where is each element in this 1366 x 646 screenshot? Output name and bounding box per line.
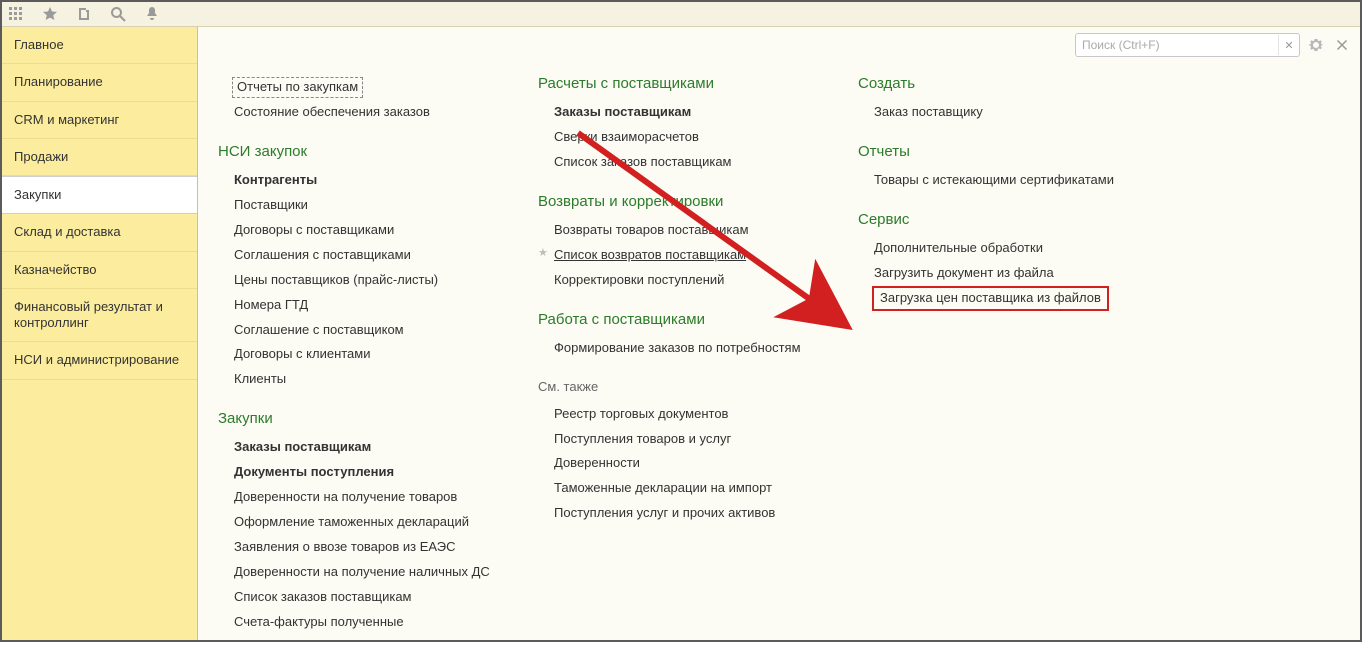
link-supplier-contracts[interactable]: Договоры с поставщиками [218,218,518,243]
sidebar-item-finresult[interactable]: Финансовый результат и контроллинг [2,289,197,343]
section-settlements: Расчеты с поставщиками [538,75,838,92]
sidebar-item-warehouse[interactable]: Склад и доставка [2,214,197,251]
search-clear-icon[interactable]: ✕ [1278,35,1299,55]
link-expiring-certs[interactable]: Товары с истекающими сертификатами [858,168,1178,193]
main-toolbar [2,2,1360,27]
section-returns: Возвраты и корректировки [538,193,838,210]
sidebar-label: CRM и маркетинг [14,112,119,127]
main-header: ✕ [198,27,1360,63]
link-receipt-docs[interactable]: Документы поступления [218,460,518,485]
link-reconciliations[interactable]: Сверки взаиморасчетов [538,125,838,150]
link-supplier-prices[interactable]: Цены поставщиков (прайс-листы) [218,268,518,293]
section-service: Сервис [858,211,1178,228]
link-goods-proxies[interactable]: Доверенности на получение товаров [218,485,518,510]
link-cash-proxies[interactable]: Доверенности на получение наличных ДС [218,560,518,585]
link-trade-docs-registry[interactable]: Реестр торговых документов [538,402,838,427]
link-supplier-agreement[interactable]: Соглашение с поставщиком [218,318,518,343]
link-receipt-corrections[interactable]: Корректировки поступлений [538,268,838,293]
sidebar-label: НСИ и администрирование [14,352,179,367]
link-supplier-agreements[interactable]: Соглашения с поставщиками [218,243,518,268]
section-work-suppliers: Работа с поставщиками [538,311,838,328]
link-customs-import[interactable]: Таможенные декларации на импорт [538,476,838,501]
link-goods-returns[interactable]: Возвраты товаров поставщикам [538,218,838,243]
sidebar-label: Главное [14,37,64,52]
link-client-contracts[interactable]: Договоры с клиентами [218,342,518,367]
settings-gear-icon[interactable] [1306,35,1326,55]
apps-icon[interactable] [4,2,28,26]
sidebar-item-crm[interactable]: CRM и маркетинг [2,102,197,139]
search-box[interactable]: ✕ [1075,33,1300,57]
link-supply-status[interactable]: Состояние обеспечения заказов [218,100,518,125]
sidebar-item-treasury[interactable]: Казначейство [2,252,197,289]
columns: Отчеты по закупкам Состояние обеспечения… [218,75,1340,635]
link-additional-processing[interactable]: Дополнительные обработки [858,236,1178,261]
sidebar-label: Продажи [14,149,68,164]
see-also-title: См. также [538,379,838,394]
link-load-prices-from-files[interactable]: Загрузка цен поставщика из файлов [872,286,1109,311]
search-icon[interactable] [106,2,130,26]
content-scroll[interactable]: Отчеты по закупкам Состояние обеспечения… [198,63,1360,640]
sidebar-label: Планирование [14,74,103,89]
link-purchase-reports[interactable]: Отчеты по закупкам [232,77,363,98]
link-returns-list[interactable]: Список возвратов поставщикам [538,243,838,268]
column-2: Расчеты с поставщиками Заказы поставщика… [538,75,838,635]
link-goods-receipts[interactable]: Поступления товаров и услуг [538,427,838,452]
body-row: Главное Планирование CRM и маркетинг Про… [2,27,1360,640]
section-nsi-zakupok: НСИ закупок [218,143,518,160]
sidebar-label: Казначейство [14,262,96,277]
link-supplier-orders[interactable]: Заказы поставщикам [218,435,518,460]
link-gtd-numbers[interactable]: Номера ГТД [218,293,518,318]
sidebar: Главное Планирование CRM и маркетинг Про… [2,27,198,640]
column-1: Отчеты по закупкам Состояние обеспечения… [218,75,518,635]
link-create-supplier-order[interactable]: Заказ поставщику [858,100,1178,125]
bell-icon[interactable] [140,2,164,26]
link-customs-decl[interactable]: Оформление таможенных деклараций [218,510,518,535]
app-window: Главное Планирование CRM и маркетинг Про… [0,0,1362,642]
link-order-list-2[interactable]: Список заказов поставщикам [538,150,838,175]
link-order-formation[interactable]: Формирование заказов по потребностям [538,336,838,361]
section-create: Создать [858,75,1178,92]
search-input[interactable] [1076,38,1278,52]
history-icon[interactable] [72,2,96,26]
sidebar-item-main[interactable]: Главное [2,27,197,64]
sidebar-item-planning[interactable]: Планирование [2,64,197,101]
link-service-receipts[interactable]: Поступления услуг и прочих активов [538,501,838,526]
sidebar-label: Склад и доставка [14,224,121,239]
star-icon[interactable] [38,2,62,26]
section-zakupki: Закупки [218,410,518,427]
link-load-doc-from-file[interactable]: Загрузить документ из файла [858,261,1178,286]
sidebar-item-sales[interactable]: Продажи [2,139,197,176]
link-eaes-import[interactable]: Заявления о ввозе товаров из ЕАЭС [218,535,518,560]
link-proxies[interactable]: Доверенности [538,451,838,476]
sidebar-label: Финансовый результат и контроллинг [14,299,163,330]
column-3: Создать Заказ поставщику Отчеты Товары с… [858,75,1178,635]
link-supplier-orders-2[interactable]: Заказы поставщикам [538,100,838,125]
panel-close-icon[interactable] [1332,35,1352,55]
main-area: ✕ [198,27,1360,640]
link-invoices-received[interactable]: Счета-фактуры полученные [218,610,518,635]
link-kontragenty[interactable]: Контрагенты [218,168,518,193]
link-clients[interactable]: Клиенты [218,367,518,392]
section-reports: Отчеты [858,143,1178,160]
link-order-list[interactable]: Список заказов поставщикам [218,585,518,610]
sidebar-item-purchases[interactable]: Закупки [2,176,197,214]
sidebar-item-nsi-admin[interactable]: НСИ и администрирование [2,342,197,379]
sidebar-label: Закупки [14,187,61,202]
link-suppliers[interactable]: Поставщики [218,193,518,218]
